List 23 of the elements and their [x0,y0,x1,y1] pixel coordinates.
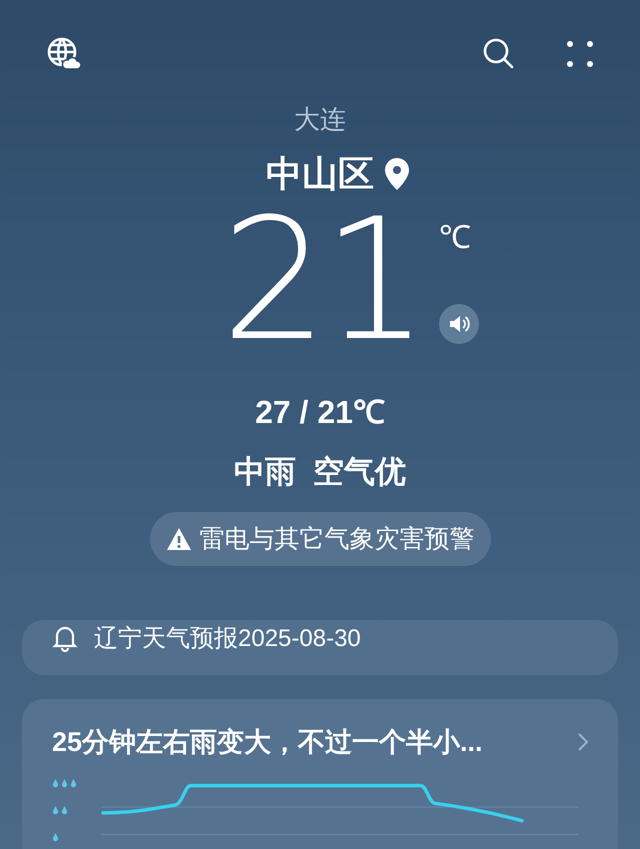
raindrop-icon [52,833,61,842]
forecast-summary: 25分钟左右雨变大，不过一个半小... [52,726,483,759]
menu-icon[interactable] [566,40,594,68]
warning-icon [166,527,192,551]
temperature-range: 27 / 21℃ [255,393,385,432]
district-name: 中山区 [266,154,374,194]
search-icon[interactable] [482,37,516,71]
current-temperature: 21 [221,196,423,364]
temperature-unit: ℃ [438,220,471,254]
raindrop-icon [52,806,70,815]
notice-card[interactable]: 辽宁天气预报2025-08-30 [22,620,618,675]
weather-alert[interactable]: 雷电与其它气象灾害预警 [150,512,490,566]
weather-condition: 中雨 空气优 [234,453,406,491]
alert-text: 雷电与其它气象灾害预警 [200,524,474,554]
location-pin-icon [384,158,410,190]
bell-icon [52,624,78,652]
notice-text: 辽宁天气预报2025-08-30 [94,624,361,654]
city-name: 大连 [294,103,346,136]
speaker-icon [448,314,470,334]
chevron-right-icon [578,733,588,751]
forecast-card[interactable]: 25分钟左右雨变大，不过一个半小... [22,699,618,849]
speaker-button[interactable] [438,304,479,344]
raindrop-icon [52,779,79,788]
